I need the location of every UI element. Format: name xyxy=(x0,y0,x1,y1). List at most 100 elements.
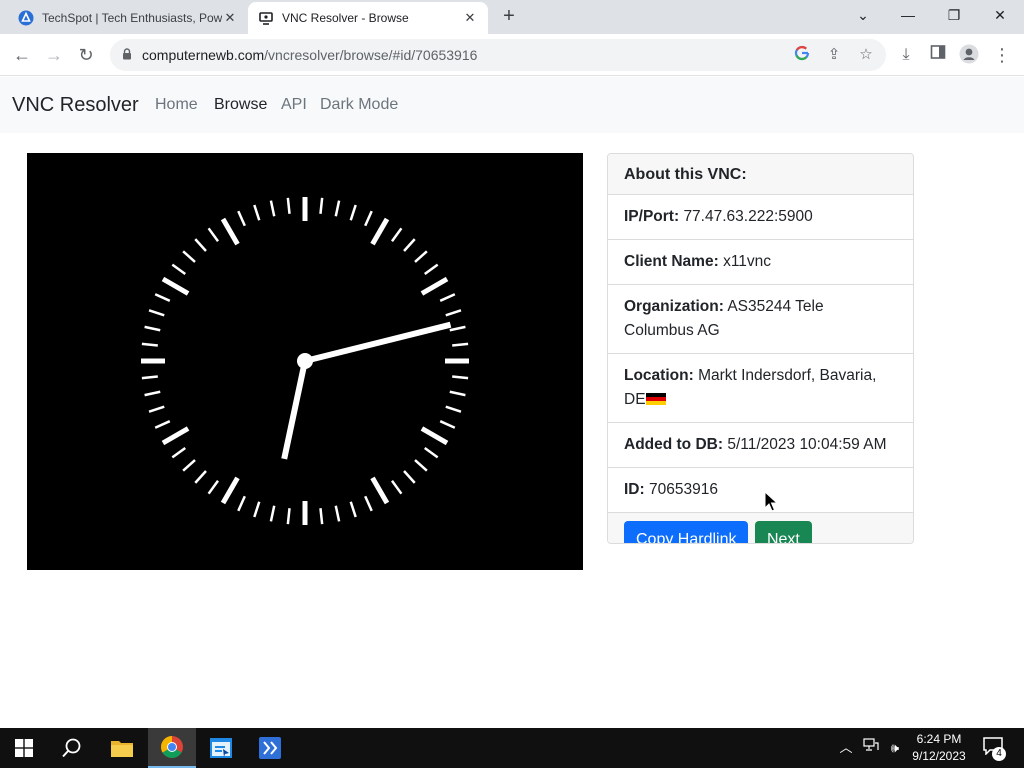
next-button[interactable]: Next xyxy=(754,521,812,543)
clock-minute-tick xyxy=(141,342,158,347)
clock-hour-tick xyxy=(161,426,190,446)
clock-minute-tick xyxy=(364,495,373,512)
clock-minute-tick xyxy=(403,238,416,252)
info-label: Organization: xyxy=(624,298,724,315)
taskbar-date[interactable]: 9/12/2023 xyxy=(904,749,974,763)
volume-icon[interactable]: 🕪︎ xyxy=(885,738,905,758)
start-button[interactable] xyxy=(0,728,48,768)
info-label: ID: xyxy=(624,481,645,498)
clock-minute-tick xyxy=(141,375,158,380)
network-glyph xyxy=(863,738,879,751)
clock-minute-tick xyxy=(452,342,469,347)
minimize-button[interactable]: — xyxy=(894,4,922,26)
network-icon[interactable] xyxy=(861,738,881,758)
google-lens-icon[interactable] xyxy=(792,45,812,65)
url-text: computernewb.com/vncresolver/browse/#id/… xyxy=(142,47,477,63)
menu-kebab-icon[interactable]: ⋮ xyxy=(991,44,1013,66)
clock-minute-tick xyxy=(319,508,324,525)
clock-minute-tick xyxy=(253,501,261,518)
clock-hour-tick xyxy=(220,217,240,246)
info-label: IP/Port: xyxy=(624,208,680,225)
profile-avatar-icon[interactable] xyxy=(958,44,980,66)
tab-techspot[interactable]: TechSpot | Tech Enthusiasts, Pow ✕ xyxy=(8,2,248,34)
clock-minute-tick xyxy=(144,325,161,332)
clock-minute-tick xyxy=(207,227,220,243)
tab-close-icon[interactable]: ✕ xyxy=(462,10,478,26)
clock-minute-tick xyxy=(390,479,403,495)
card-header: About this VNC: xyxy=(608,154,913,195)
url-host: computernewb.com xyxy=(142,47,265,63)
new-tab-button[interactable]: + xyxy=(498,6,520,28)
info-value-client-name: x11vnc xyxy=(723,253,772,270)
site-brand[interactable]: VNC Resolver xyxy=(12,94,139,117)
clock-minute-tick xyxy=(269,505,276,522)
clock-minute-tick xyxy=(194,238,207,252)
forward-arrow-icon[interactable]: → xyxy=(42,43,66,67)
tab-search-chevron-icon[interactable]: ⌄ xyxy=(849,4,877,26)
copy-hardlink-button[interactable]: Copy Hardlink xyxy=(624,521,749,543)
nav-link-browse[interactable]: Browse xyxy=(214,96,267,114)
clock-minute-tick xyxy=(364,210,373,227)
back-arrow-icon[interactable]: ← xyxy=(10,43,34,67)
analog-clock xyxy=(141,197,469,525)
card-footer: Copy Hardlink Next xyxy=(608,513,913,543)
clock-minute-tick xyxy=(237,495,246,512)
clock-minute-tick xyxy=(269,200,276,217)
techspot-favicon-icon xyxy=(18,10,34,26)
info-row-organization: Organization: AS35244 Tele Columbus AG xyxy=(608,285,913,354)
app-window-icon xyxy=(210,738,232,758)
clock-hour-tick xyxy=(370,217,390,246)
clock-minute-tick xyxy=(390,227,403,243)
app-taskbar-button-2[interactable] xyxy=(246,728,294,768)
tray-chevron-up-icon[interactable]: ︿ xyxy=(836,738,856,758)
search-button[interactable] xyxy=(48,728,96,768)
download-icon[interactable]: ⤓ xyxy=(895,44,917,66)
reload-icon[interactable]: ↻ xyxy=(74,43,98,67)
info-row-id: ID: 70653916 xyxy=(608,468,913,513)
info-label: Client Name: xyxy=(624,253,719,270)
clock-minute-tick xyxy=(253,204,261,221)
taskbar-time[interactable]: 6:24 PM xyxy=(904,732,974,746)
restore-button[interactable]: ❐ xyxy=(940,4,968,26)
file-explorer-button[interactable] xyxy=(98,728,146,768)
nav-link-home[interactable]: Home xyxy=(155,96,198,114)
tab-vnc-resolver[interactable]: VNC Resolver - Browse ✕ xyxy=(248,2,488,34)
nav-link-api[interactable]: API xyxy=(281,96,307,114)
app-tool-icon xyxy=(259,737,281,759)
clock-minute-tick xyxy=(207,479,220,495)
clock-minute-tick xyxy=(319,197,324,214)
clock-minute-tick xyxy=(439,293,456,302)
clock-hour-tick xyxy=(420,276,449,296)
app-taskbar-button-1[interactable] xyxy=(197,728,245,768)
close-window-button[interactable]: ✕ xyxy=(986,4,1014,26)
info-row-ip-port: IP/Port: 77.47.63.222:5900 xyxy=(608,195,913,240)
clock-center-hub xyxy=(297,353,313,369)
chrome-taskbar-button[interactable] xyxy=(148,728,196,768)
info-label: Location: xyxy=(624,367,694,384)
clock-hour-hand xyxy=(304,321,452,364)
clock-minute-tick xyxy=(286,197,291,214)
clock-minute-tick xyxy=(449,325,466,332)
side-panel-icon[interactable] xyxy=(927,44,949,66)
address-bar[interactable]: computernewb.com/vncresolver/browse/#id/… xyxy=(110,39,886,71)
nav-link-dark-mode[interactable]: Dark Mode xyxy=(320,96,398,114)
germany-flag-icon xyxy=(645,393,666,405)
tab-title: VNC Resolver - Browse xyxy=(282,11,409,25)
clock-hour-tick xyxy=(161,276,190,296)
clock-minute-tick xyxy=(286,508,291,525)
share-icon[interactable]: ⇪ xyxy=(824,45,844,65)
browser-tab-bar: TechSpot | Tech Enthusiasts, Pow ✕ VNC R… xyxy=(0,0,1024,34)
clock-minute-tick xyxy=(414,459,428,472)
clock-minute-tick xyxy=(237,210,246,227)
info-value-id: 70653916 xyxy=(648,481,718,498)
clock-minute-tick xyxy=(349,501,357,518)
browser-toolbar: ← → ↻ computernewb.com/vncresolver/brows… xyxy=(0,34,1024,76)
notification-count-badge: 4 xyxy=(992,747,1006,761)
clock-minute-tick xyxy=(148,405,165,413)
windows-logo-icon xyxy=(15,739,33,757)
windows-taskbar: ︿ 🕪︎ 6:24 PM 9/12/2023 4 xyxy=(0,728,1024,768)
info-label: Added to DB: xyxy=(624,436,724,453)
bookmark-star-icon[interactable]: ☆ xyxy=(856,45,876,65)
clock-minute-hand xyxy=(281,360,308,460)
tab-close-icon[interactable]: ✕ xyxy=(222,10,238,26)
